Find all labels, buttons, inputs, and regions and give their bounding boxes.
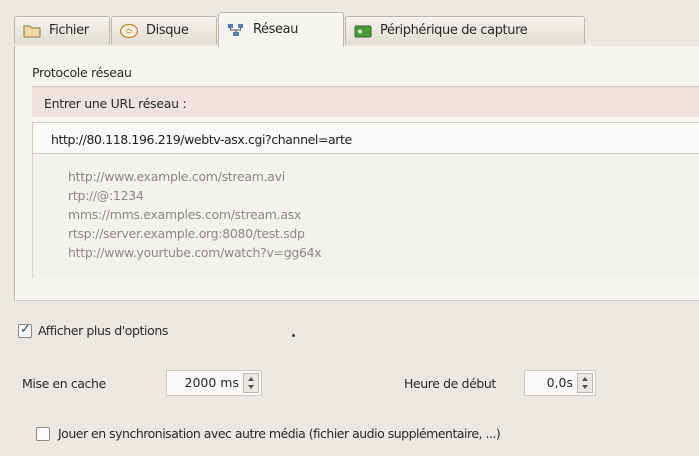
cache-value[interactable]: 2000 ms: [185, 371, 239, 395]
url-example: rtp://@:1234: [68, 188, 144, 203]
tab-bar: Fichier Disque Réseau Périphérique de ca…: [14, 12, 699, 47]
start-time-value[interactable]: 0,0s: [547, 371, 573, 395]
down-arrow-icon[interactable]: [248, 385, 254, 389]
show-more-options-label[interactable]: Afficher plus d'options: [38, 323, 168, 338]
tab-label: Périphérique de capture: [380, 23, 528, 38]
up-arrow-icon[interactable]: [582, 377, 588, 381]
show-more-options-checkbox[interactable]: [18, 322, 32, 338]
cache-stepper[interactable]: [243, 373, 259, 393]
network-icon: [228, 24, 243, 36]
tab-disque[interactable]: Disque: [111, 16, 217, 44]
capture-device-icon: [354, 25, 372, 38]
cursor-dot: [292, 334, 295, 337]
sync-media-label[interactable]: Jouer en synchronisation avec autre médi…: [58, 426, 501, 441]
cache-spinbox[interactable]: 2000 ms: [166, 370, 262, 396]
cache-label: Mise en cache: [22, 376, 106, 391]
url-example: http://www.example.com/stream.avi: [68, 169, 285, 184]
url-example: http://www.yourtube.com/watch?v=gg64x: [68, 245, 322, 260]
tab-fichier[interactable]: Fichier: [14, 16, 110, 44]
disc-icon: [120, 24, 138, 38]
protocol-group-title: Protocole réseau: [32, 65, 132, 80]
url-label: Entrer une URL réseau :: [44, 96, 187, 111]
up-arrow-icon[interactable]: [248, 377, 254, 381]
start-time-spinbox[interactable]: 0,0s: [524, 370, 596, 396]
tab-label: Réseau: [253, 22, 299, 37]
tab-label: Disque: [146, 23, 189, 38]
start-time-stepper[interactable]: [577, 373, 593, 393]
url-example: rtsp://server.example.org:8080/test.sdp: [68, 226, 305, 241]
start-time-label: Heure de début: [404, 376, 496, 391]
tab-peripherique-capture[interactable]: Périphérique de capture: [345, 16, 585, 44]
url-example: mms://mms.examples.com/stream.asx: [68, 207, 301, 222]
tab-reseau[interactable]: Réseau: [218, 12, 344, 47]
sync-media-checkbox[interactable]: [36, 427, 50, 441]
url-input[interactable]: http://80.118.196.219/webtv-asx.cgi?chan…: [32, 122, 699, 154]
folder-icon: [23, 25, 41, 38]
tab-label: Fichier: [49, 23, 89, 38]
options-divider: [14, 300, 699, 301]
down-arrow-icon[interactable]: [582, 385, 588, 389]
